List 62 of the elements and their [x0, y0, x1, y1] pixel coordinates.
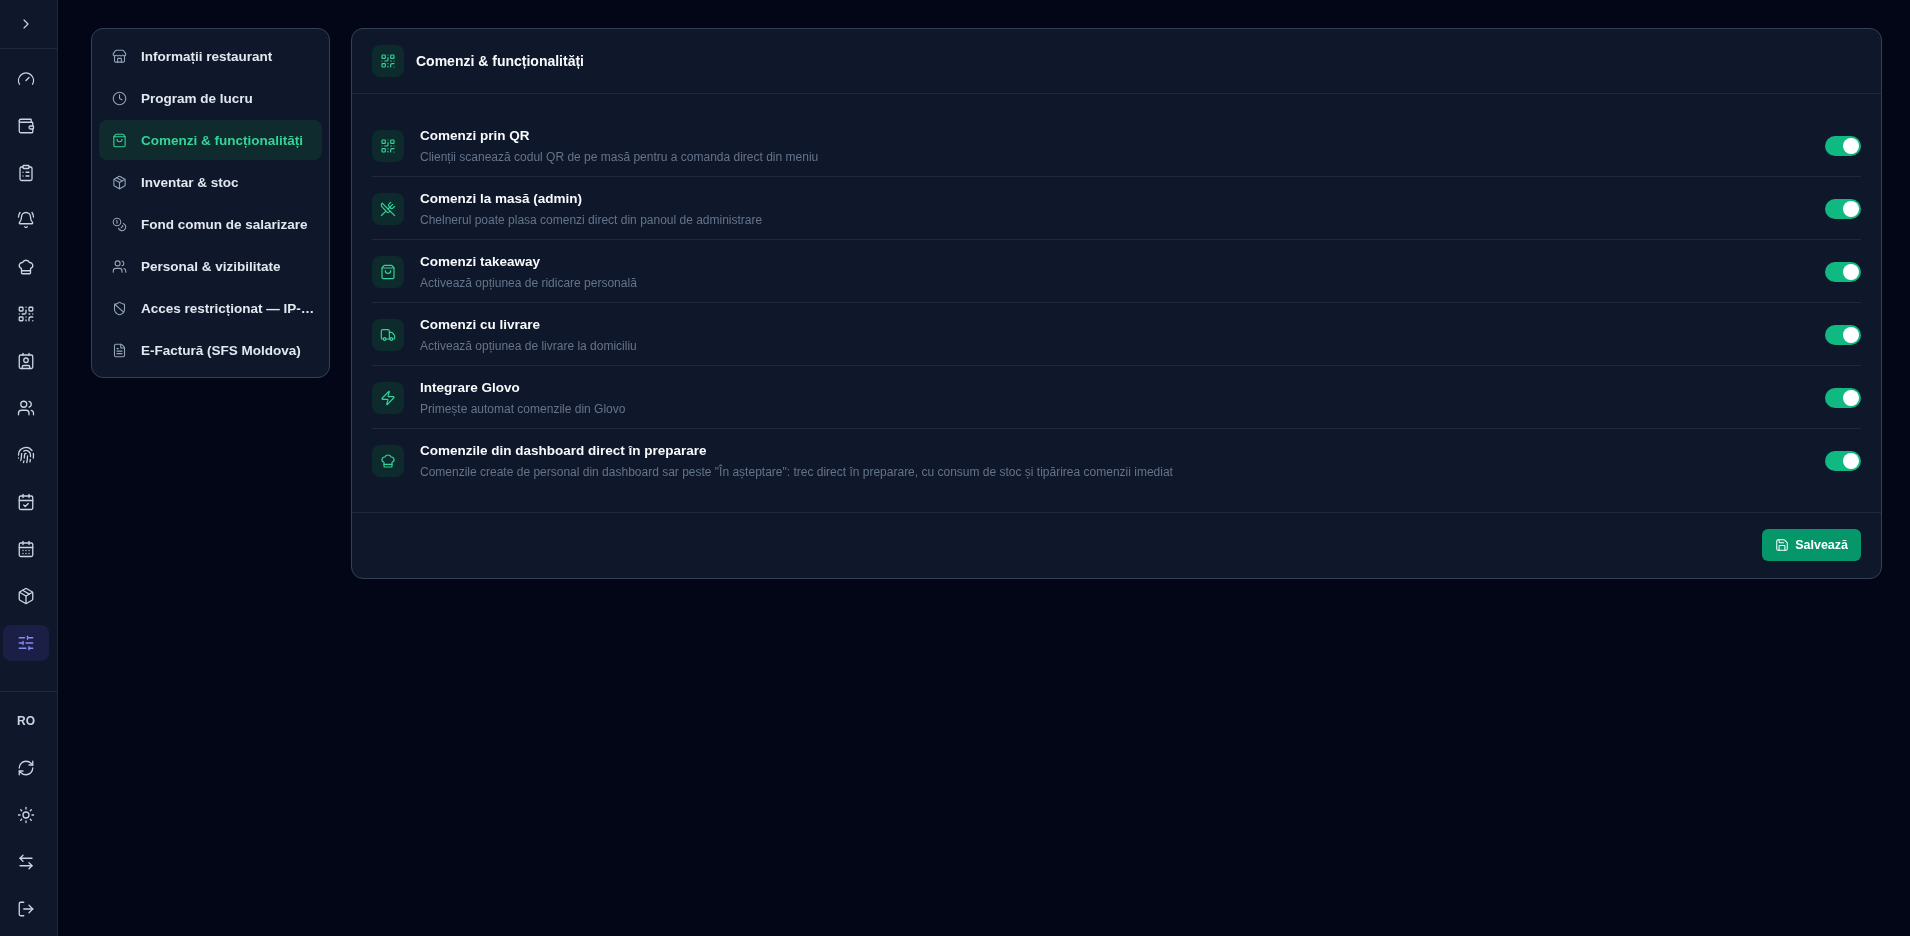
settings-menu-item[interactable]: Fond comun de salarizare: [99, 204, 322, 244]
bell-icon: [17, 211, 35, 229]
arrows-icon: [17, 853, 35, 871]
qr-code-icon: [372, 45, 404, 77]
box-icon: [17, 587, 35, 605]
settings-menu-item[interactable]: E-Factură (SFS Moldova): [99, 330, 322, 370]
lightning-icon: [372, 381, 404, 414]
toggle-switch[interactable]: [1825, 135, 1861, 156]
gauge-icon: [17, 70, 35, 88]
logout-icon: [17, 900, 35, 918]
feature-title: Comenzi prin QR: [420, 127, 531, 145]
feature-description: Clienții scanează codul QR de pe masă pentru a comanda direct din meniu: [420, 149, 820, 165]
clock-icon: [112, 90, 127, 106]
store-icon: [112, 48, 127, 64]
feature-description: Comenzile create de personal din dashboard sar peste "În așteptare": trec direct în preparare, cu consum de stoc și tipărirea comenzii imediat: [420, 464, 1174, 480]
feature-description: Activează opțiunea de livrare la domiciliu: [420, 338, 638, 354]
refresh-icon: [17, 759, 35, 777]
toggle-switch[interactable]: [1825, 387, 1861, 408]
feature-description: Primește automat comenzile din Glovo: [420, 401, 627, 417]
save-icon: [1775, 538, 1790, 552]
sun-icon: [17, 806, 35, 824]
settings-menu-item[interactable]: Program de lucru: [99, 78, 322, 118]
feature-title: Comenzi la masă (admin): [420, 190, 584, 208]
qr-code-icon: [372, 129, 404, 162]
shopping-bag-icon: [372, 255, 404, 288]
feature-description: Activează opțiunea de ridicare personală: [420, 275, 638, 291]
clipboard-list-icon: [17, 164, 35, 182]
truck-icon: [372, 318, 404, 351]
users-icon: [112, 258, 127, 274]
crossed-utensils-icon: [372, 192, 404, 225]
settings-menu-item[interactable]: Comenzi & funcționalități: [99, 120, 322, 160]
settings-menu-item[interactable]: Personal & vizibilitate: [99, 246, 322, 286]
document-icon: [112, 342, 127, 358]
chef-hat-icon: [372, 444, 404, 477]
chef-hat-icon: [17, 258, 35, 276]
settings-menu-item[interactable]: Informații restaurant: [99, 36, 322, 76]
feature-title: Comenzi takeaway: [420, 253, 542, 271]
calendar-icon: [17, 540, 35, 558]
toggle-switch[interactable]: [1825, 450, 1861, 471]
sliders-icon: [17, 634, 35, 652]
fingerprint-icon: [17, 446, 35, 464]
language-button[interactable]: RO: [3, 703, 49, 739]
contact-card-icon: [17, 352, 35, 370]
panel-title: Comenzi & funcționalități: [416, 53, 584, 69]
settings-menu-item[interactable]: Acces restricționat — IP-…: [99, 288, 322, 328]
toggle-switch[interactable]: [1825, 198, 1861, 219]
feature-title: Comenzile din dashboard direct în preparare: [420, 442, 708, 460]
save-button[interactable]: Salvează: [1762, 529, 1861, 561]
shield-icon: [112, 300, 127, 316]
qr-code-icon: [17, 305, 35, 323]
box-icon: [112, 174, 127, 190]
feature-title: Comenzi cu livrare: [420, 316, 542, 334]
toggle-switch[interactable]: [1825, 324, 1861, 345]
feature-title: Integrare Glovo: [420, 379, 521, 397]
settings-menu-item[interactable]: Inventar & stoc: [99, 162, 322, 202]
wallet-icon: [17, 117, 35, 135]
shopping-bag-icon: [112, 132, 127, 148]
coins-icon: [112, 216, 127, 232]
toggle-switch[interactable]: [1825, 261, 1861, 282]
users-icon: [17, 399, 35, 417]
feature-description: Chelnerul poate plasa comenzi direct din panoul de administrare: [420, 212, 764, 228]
calendar-check-icon: [17, 493, 35, 511]
